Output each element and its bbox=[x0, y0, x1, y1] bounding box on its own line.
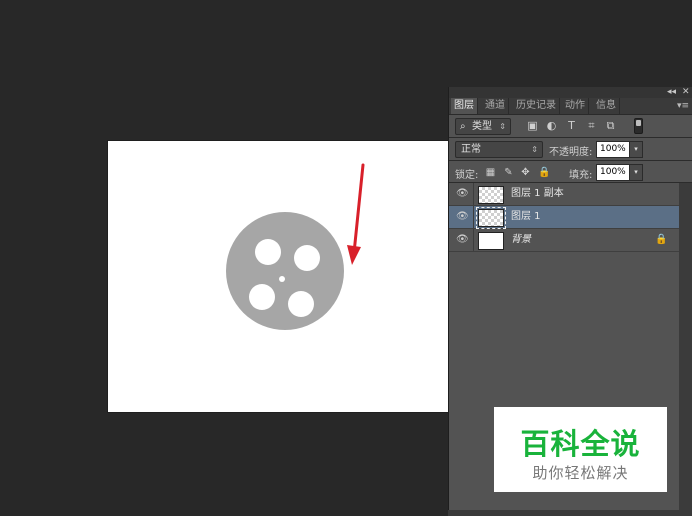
smart-object-filter-icon[interactable]: ⧉ bbox=[604, 120, 617, 132]
divider bbox=[473, 206, 474, 228]
layers-scrollbar[interactable] bbox=[679, 183, 692, 516]
layer-row[interactable]: 👁 背景 🔒 bbox=[449, 229, 679, 252]
spinner-icon: ⇕ bbox=[499, 122, 506, 131]
filter-kind-label: 类型 bbox=[472, 121, 492, 132]
type-filter-icon[interactable]: T bbox=[565, 120, 578, 132]
blend-mode-select[interactable]: 正常 ⇕ bbox=[455, 141, 543, 158]
fill-input[interactable]: 100% bbox=[596, 164, 631, 181]
close-panel-icon[interactable]: ✕ bbox=[682, 87, 690, 98]
divider bbox=[473, 183, 474, 205]
layer-row[interactable]: 👁 图层 1 副本 bbox=[449, 183, 679, 206]
opacity-dropdown-icon[interactable]: ▾ bbox=[629, 141, 643, 158]
red-arrow-annotation bbox=[347, 163, 365, 265]
tab-actions[interactable]: 动作 bbox=[562, 98, 589, 114]
lock-all-icon[interactable]: 🔒 bbox=[538, 167, 550, 178]
film-reel-graphic bbox=[226, 212, 344, 330]
layer-thumbnail bbox=[476, 207, 506, 229]
layer-filter-row: ⌕ 类型 ⇕ ▣ ◐ T ⌗ ⧉ bbox=[449, 114, 692, 137]
lock-row: 锁定: ▦ ✎ ✥ 🔒 填充: 100% ▾ bbox=[449, 160, 692, 183]
image-filter-icon[interactable]: ▣ bbox=[526, 120, 539, 132]
opacity-input[interactable]: 100% bbox=[596, 141, 631, 158]
filter-kind-select[interactable]: ⌕ 类型 ⇕ bbox=[455, 118, 511, 135]
search-icon: ⌕ bbox=[460, 121, 466, 132]
lock-icon: 🔒 bbox=[655, 234, 668, 245]
layer-thumbnail bbox=[478, 186, 504, 204]
watermark-title: 百科全说 bbox=[520, 427, 641, 461]
document-canvas[interactable] bbox=[108, 141, 448, 412]
collapse-panel-icon[interactable]: ◂◂ bbox=[667, 87, 676, 98]
shape-filter-icon[interactable]: ⌗ bbox=[585, 120, 598, 132]
spinner-icon: ⇕ bbox=[531, 145, 538, 154]
eye-icon[interactable]: 👁 bbox=[456, 234, 469, 246]
watermark-subtitle: 助你轻松解决 bbox=[532, 464, 629, 482]
panel-bottom-bar bbox=[448, 510, 692, 516]
layer-thumbnail bbox=[478, 232, 504, 250]
panel-tabs: 图层 通道 历史记录 动作 信息 ▾≡ bbox=[449, 98, 692, 115]
tab-channels[interactable]: 通道 bbox=[482, 98, 509, 114]
layer-name: 图层 1 副本 bbox=[511, 188, 564, 199]
layer-name: 图层 1 bbox=[511, 211, 541, 222]
fill-dropdown-icon[interactable]: ▾ bbox=[629, 164, 643, 181]
tab-layers[interactable]: 图层 bbox=[451, 98, 478, 114]
eye-icon[interactable]: 👁 bbox=[456, 211, 469, 223]
lock-paint-icon[interactable]: ✎ bbox=[503, 167, 514, 178]
tab-info[interactable]: 信息 bbox=[593, 98, 620, 114]
lock-label: 锁定: bbox=[455, 170, 479, 181]
layer-name: 背景 bbox=[511, 234, 531, 245]
filter-toggle-switch[interactable] bbox=[634, 118, 643, 134]
lock-transparent-icon[interactable]: ▦ bbox=[485, 167, 496, 178]
eye-icon[interactable]: 👁 bbox=[456, 188, 469, 200]
opacity-label: 不透明度: bbox=[549, 147, 593, 158]
tab-history[interactable]: 历史记录 bbox=[513, 98, 560, 114]
adjustment-filter-icon[interactable]: ◐ bbox=[545, 120, 558, 132]
blend-row: 正常 ⇕ 不透明度: 100% ▾ bbox=[449, 137, 692, 160]
fill-label: 填充: bbox=[569, 170, 593, 181]
watermark-logo: 百科全说 助你轻松解决 bbox=[494, 407, 667, 492]
panel-menu-icon[interactable]: ▾≡ bbox=[677, 98, 689, 114]
panel-title-bar: ◂◂ ✕ bbox=[449, 87, 692, 98]
layer-row-selected[interactable]: 👁 图层 1 bbox=[449, 206, 679, 229]
divider bbox=[473, 229, 474, 251]
blend-mode-value: 正常 bbox=[461, 144, 481, 155]
lock-move-icon[interactable]: ✥ bbox=[520, 167, 531, 178]
